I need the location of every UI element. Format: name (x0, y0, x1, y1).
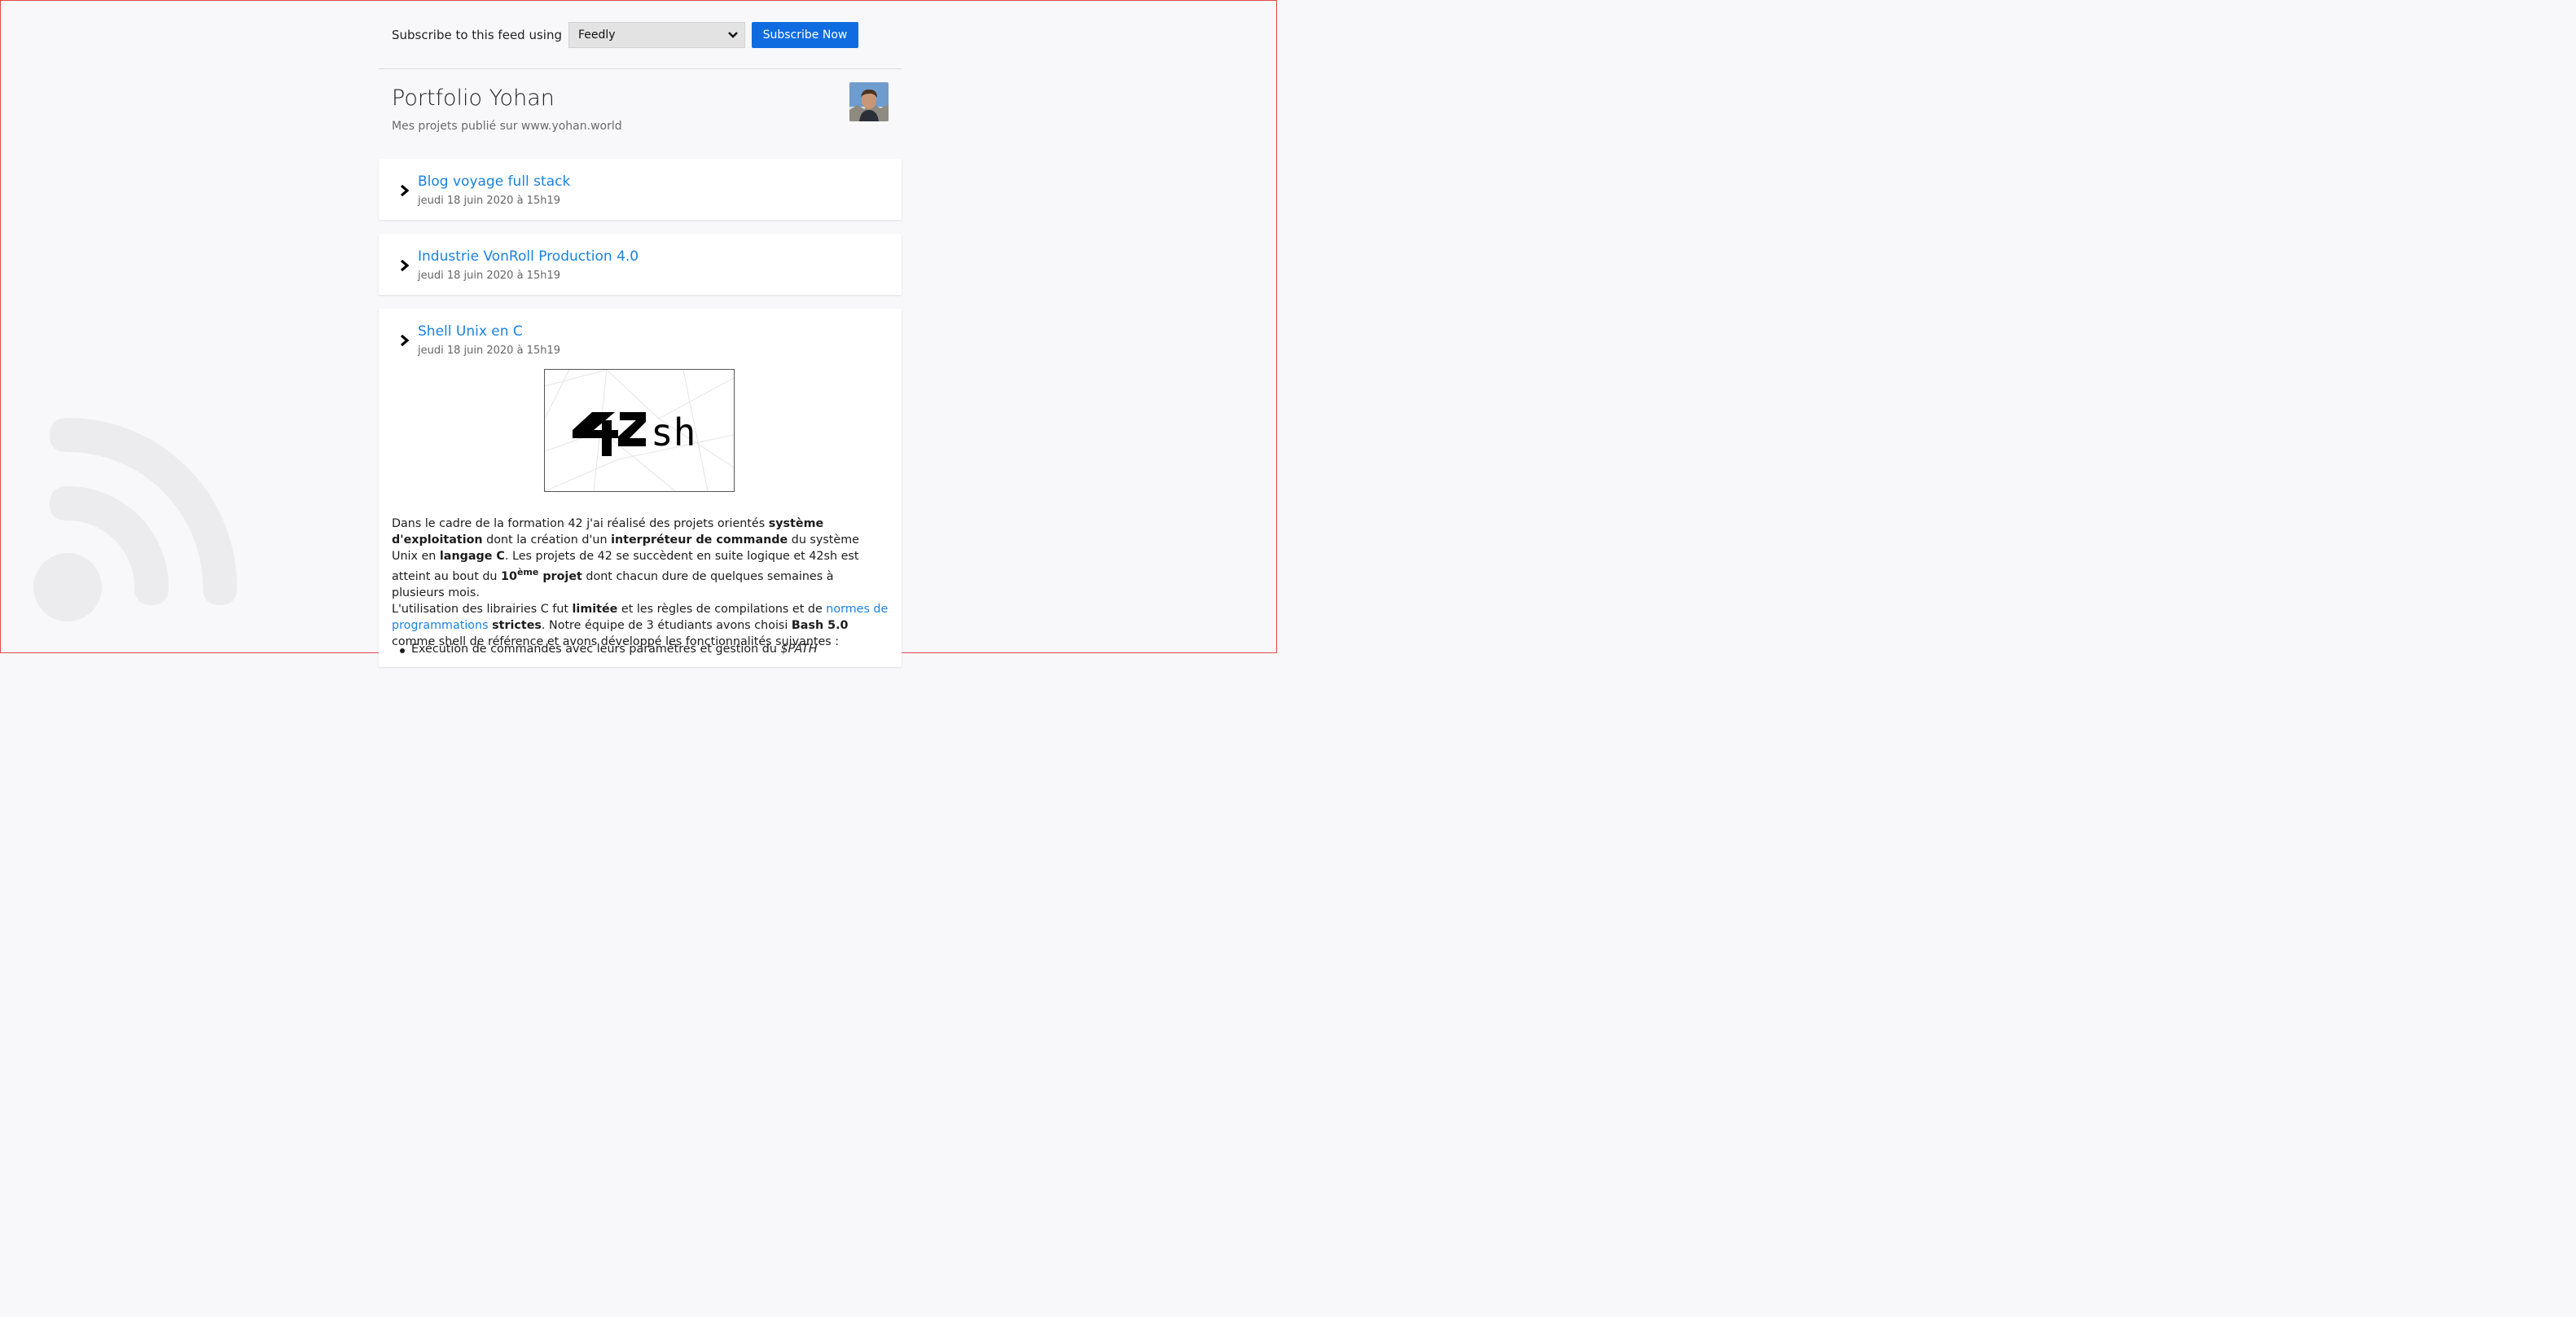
avatar (849, 82, 889, 121)
subscribe-bar: Subscribe to this feed using Feedly Subs… (379, 1, 902, 69)
subscribe-label: Subscribe to this feed using (392, 27, 562, 42)
item-title-link[interactable]: Industrie VonRoll Production 4.0 (418, 248, 639, 265)
feed-container: Subscribe to this feed using Feedly Subs… (379, 1, 902, 681)
item-date: jeudi 18 juin 2020 à 15h19 (418, 270, 560, 282)
rss-background-icon (33, 418, 237, 621)
list-item-expanded: Shell Unix en C jeudi 18 juin 2020 à 15h… (379, 309, 902, 667)
feed-subtitle: Mes projets publié sur www.yohan.world (392, 120, 622, 133)
chevron-down-icon (728, 31, 738, 38)
feature-bullet: Exécution de commandes avec leurs paramè… (400, 643, 818, 656)
subscribe-now-button[interactable]: Subscribe Now (751, 21, 858, 48)
chevron-right-icon (400, 185, 410, 196)
list-item[interactable]: Industrie VonRoll Production 4.0 jeudi 1… (379, 234, 902, 295)
item-date: jeudi 18 juin 2020 à 15h19 (418, 345, 560, 357)
list-item[interactable]: Blog voyage full stack jeudi 18 juin 202… (379, 159, 902, 220)
item-date: jeudi 18 juin 2020 à 15h19 (418, 195, 560, 207)
article-image: sh (544, 369, 735, 492)
feed-reader-selected: Feedly (577, 28, 616, 42)
chevron-right-icon (400, 260, 410, 271)
item-title-link[interactable]: Shell Unix en C (418, 323, 523, 340)
chevron-right-icon[interactable] (400, 335, 410, 346)
item-title-link[interactable]: Blog voyage full stack (418, 173, 570, 190)
feed-reader-select[interactable]: Feedly (568, 21, 745, 48)
article-body: Dans le cadre de la formation 42 j'ai ré… (392, 517, 889, 648)
logo-text: sh (651, 410, 696, 454)
feed-header: Portfolio Yohan Mes projets publié sur w… (379, 69, 902, 159)
feed-title: Portfolio Yohan (392, 86, 555, 111)
